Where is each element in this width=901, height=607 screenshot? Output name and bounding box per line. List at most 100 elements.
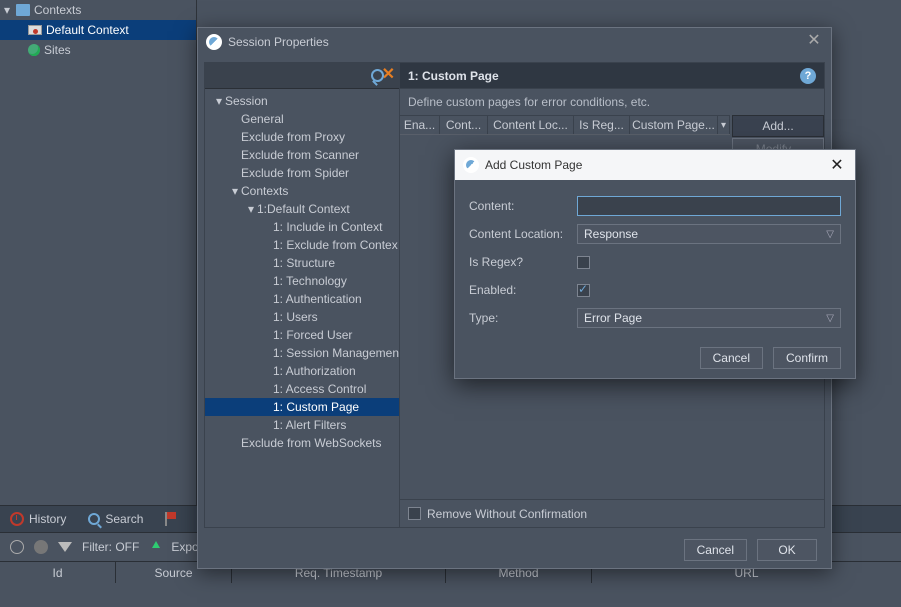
sp-tree-label: 1: Technology (273, 274, 347, 288)
tree-label: Contexts (34, 3, 81, 17)
search-icon[interactable] (370, 68, 378, 84)
zap-icon (206, 34, 222, 50)
type-value: Error Page (584, 311, 642, 325)
sp-tree-item[interactable]: Exclude from WebSockets (205, 434, 399, 452)
help-icon[interactable]: ? (800, 68, 816, 84)
target-icon[interactable] (10, 540, 24, 554)
tree-row-sites[interactable]: Sites (0, 40, 196, 60)
sp-tree-label: 1: Session Managemen (273, 346, 399, 360)
sp-tree-label: Exclude from Proxy (241, 130, 345, 144)
sp-tree-item[interactable]: 1: Include in Context (205, 218, 399, 236)
search-icon (88, 513, 100, 525)
gh-location[interactable]: Content Loc... (488, 116, 574, 134)
tab-search[interactable]: Search (88, 512, 143, 526)
content-location-value: Response (584, 227, 638, 241)
sp-search-bar: ✕ (205, 63, 399, 89)
acp-footer: Cancel Confirm (455, 338, 855, 378)
ok-button[interactable]: OK (757, 539, 817, 561)
sp-tree-label: 1: Custom Page (273, 400, 359, 414)
sp-tree-label: Contexts (241, 184, 288, 198)
sp-tree-label: 1: Authentication (273, 292, 362, 306)
close-icon[interactable]: ✕ (827, 155, 847, 175)
type-select[interactable]: Error Page ▽ (577, 308, 841, 328)
content-label: Content: (469, 199, 577, 213)
globe-icon[interactable] (34, 540, 48, 554)
chevron-down-icon: ▽ (826, 229, 834, 240)
sp-tree-label: 1: Exclude from Contex (273, 238, 398, 252)
sp-tree-item[interactable]: Exclude from Scanner (205, 146, 399, 164)
dialog-titlebar[interactable]: Session Properties ✕ (198, 28, 831, 56)
cancel-button[interactable]: Cancel (684, 539, 747, 561)
sp-tree-item[interactable]: Exclude from Proxy (205, 128, 399, 146)
sp-tree-item[interactable]: 1: Users (205, 308, 399, 326)
filter-label[interactable]: Filter: OFF (82, 540, 139, 554)
caret-down-icon: ▾ (245, 202, 257, 216)
sp-grid-header: Ena... Cont... Content Loc... Is Reg... … (400, 115, 730, 135)
caret-down-icon: ▾ (229, 184, 241, 198)
sp-tree-label: 1: Access Control (273, 382, 366, 396)
sp-tree-item[interactable]: ▾Session (205, 92, 399, 110)
content-input[interactable] (577, 196, 841, 216)
grid-overflow-icon[interactable]: ▾ (718, 116, 730, 134)
tree-label: Default Context (46, 23, 129, 37)
sp-tree-item[interactable]: ▾Contexts (205, 182, 399, 200)
sp-tree-item[interactable]: 1: Exclude from Contex (205, 236, 399, 254)
tab-label: Search (105, 512, 143, 526)
export-arrow-icon[interactable] (149, 541, 161, 553)
sp-tree-label: Exclude from Spider (241, 166, 349, 180)
remove-without-confirmation-checkbox[interactable] (408, 507, 421, 520)
gh-isregex[interactable]: Is Reg... (574, 116, 630, 134)
sp-tree-item[interactable]: 1: Structure (205, 254, 399, 272)
sp-tree-item[interactable]: 1: Access Control (205, 380, 399, 398)
sp-tree-label: 1: Authorization (273, 364, 356, 378)
sp-search-input[interactable] (209, 66, 368, 86)
confirm-button[interactable]: Confirm (773, 347, 841, 369)
close-icon[interactable]: ✕ (805, 33, 823, 51)
tab-alerts[interactable] (165, 512, 177, 526)
sp-tree-item[interactable]: ▾1:Default Context (205, 200, 399, 218)
sp-tree-item[interactable]: 1: Forced User (205, 326, 399, 344)
funnel-icon[interactable] (58, 542, 72, 552)
isregex-label: Is Regex? (469, 255, 577, 269)
tree-row-default-context[interactable]: Default Context (0, 20, 196, 40)
globe-icon (28, 44, 40, 56)
sp-tree-label: 1: Forced User (273, 328, 352, 342)
tree-label: Sites (44, 43, 71, 57)
add-button[interactable]: Add... (732, 115, 824, 137)
sp-tree-item[interactable]: 1: Technology (205, 272, 399, 290)
sp-tree-item[interactable]: 1: Session Managemen (205, 344, 399, 362)
sp-tree-label: 1:Default Context (257, 202, 350, 216)
th-id[interactable]: Id (0, 562, 116, 583)
sp-tree-label: 1: Users (273, 310, 318, 324)
dialog-title: Session Properties (228, 35, 329, 49)
sp-tree-label: Session (225, 94, 268, 108)
sp-tree-label: 1: Alert Filters (273, 418, 346, 432)
gh-enabled[interactable]: Ena... (400, 116, 440, 134)
sp-tree-item[interactable]: 1: Authorization (205, 362, 399, 380)
tree-row-contexts[interactable]: ▾ Contexts (0, 0, 196, 20)
folder-icon (16, 4, 30, 16)
flag-icon (165, 512, 177, 526)
isregex-checkbox[interactable] (577, 256, 590, 269)
sp-tree-item[interactable]: Exclude from Spider (205, 164, 399, 182)
cancel-button[interactable]: Cancel (700, 347, 763, 369)
sp-tree-item[interactable]: 1: Custom Page (205, 398, 399, 416)
clock-icon (10, 512, 24, 526)
tab-label: History (29, 512, 66, 526)
sp-tree-item[interactable]: General (205, 110, 399, 128)
zap-icon (463, 157, 479, 173)
sp-page-title-bar: 1: Custom Page ? (400, 63, 824, 89)
acp-titlebar[interactable]: Add Custom Page ✕ (455, 150, 855, 180)
enabled-checkbox[interactable] (577, 284, 590, 297)
sp-tree-item[interactable]: 1: Authentication (205, 290, 399, 308)
sp-left-panel: ✕ ▾SessionGeneralExclude from ProxyExclu… (204, 62, 400, 528)
gh-content[interactable]: Cont... (440, 116, 488, 134)
sp-tree-label: General (241, 112, 284, 126)
sp-page-title: 1: Custom Page (408, 69, 499, 83)
tab-history[interactable]: History (10, 512, 66, 526)
gh-type[interactable]: Custom Page... (630, 116, 718, 134)
content-location-select[interactable]: Response ▽ (577, 224, 841, 244)
type-label: Type: (469, 311, 577, 325)
sp-tree-label: Exclude from Scanner (241, 148, 359, 162)
sp-tree-item[interactable]: 1: Alert Filters (205, 416, 399, 434)
